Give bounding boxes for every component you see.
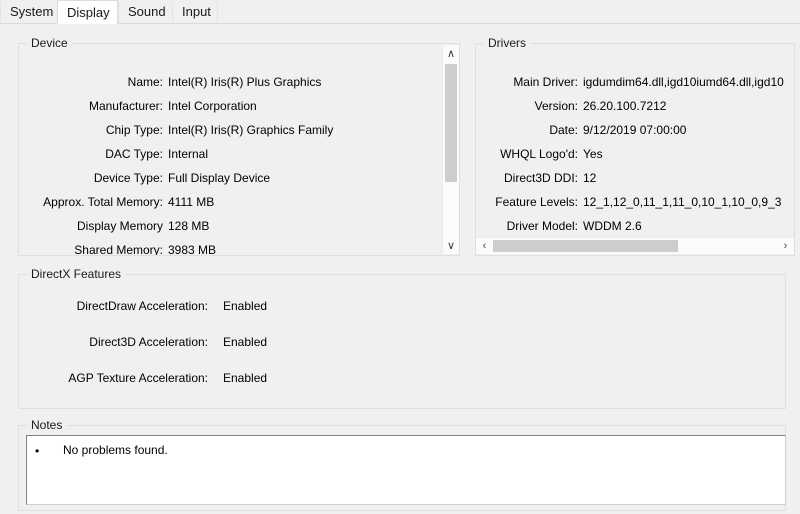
device-row-chip-type-value: Intel(R) Iris(R) Graphics Family [168, 123, 334, 137]
directx-row-agp-texture-label: AGP Texture Acceleration: [68, 371, 208, 385]
tab-sound-label: Sound [128, 4, 166, 19]
scroll-right-icon[interactable]: › [777, 238, 794, 254]
drivers-row-version-label: Version: [534, 99, 578, 113]
notes-text: No problems found. [63, 443, 168, 457]
directx-row-direct3d-value: Enabled [223, 335, 268, 349]
device-row-dac-type-label: DAC Type: [105, 147, 163, 161]
device-row-name-label: Name: [127, 75, 163, 89]
device-row-name-value: Intel(R) Iris(R) Plus Graphics [168, 75, 322, 89]
drivers-row-feature-levels-value: 12_1,12_0,11_1,11_0,10_1,10_0,9_3 [583, 195, 782, 209]
notes-panel-title: Notes [27, 418, 67, 432]
notes-bullet-icon: • [35, 444, 40, 458]
tab-display-label: Display [67, 5, 110, 20]
device-vertical-scrollbar[interactable]: ∧ ∨ [442, 45, 459, 254]
device-row-device-type-label: Device Type: [93, 171, 163, 185]
drivers-row-driver-model-value: WDDM 2.6 [583, 219, 642, 233]
drivers-horizontal-scrollbar[interactable]: ‹ › [476, 237, 794, 254]
tab-system-label: System [10, 4, 54, 19]
drivers-row-main-driver-value: igdumdim64.dll,igd10iumd64.dll,igd10 [583, 75, 784, 89]
drivers-row-whql-value: Yes [583, 147, 603, 161]
device-row-shared-memory-label: Shared Memory: [74, 243, 163, 255]
directx-row-directdraw-label: DirectDraw Acceleration: [76, 299, 208, 313]
drivers-row-whql-label: WHQL Logo'd: [500, 147, 578, 161]
drivers-row-feature-levels-label: Feature Levels: [495, 195, 578, 209]
device-scrollbar-thumb[interactable] [445, 64, 457, 182]
drivers-row-d3d-ddi-value: 12 [583, 171, 597, 185]
tab-system[interactable]: System [0, 2, 58, 23]
device-row-shared-memory-value: 3983 MB [168, 243, 217, 255]
device-row-total-memory-label: Approx. Total Memory: [43, 195, 163, 209]
directx-features-content: DirectDraw Acceleration: Enabled Direct3… [19, 275, 785, 408]
device-row-display-memory-label: Display Memory [76, 219, 163, 233]
tab-display[interactable]: Display [57, 0, 118, 24]
scroll-down-icon[interactable]: ∨ [443, 237, 459, 254]
drivers-row-date-label: Date: [549, 123, 578, 137]
device-row-dac-type-value: Internal [168, 147, 209, 161]
device-row-manufacturer-label: Manufacturer: [88, 99, 163, 113]
device-panel-content: Name: Intel(R) Iris(R) Plus Graphics Man… [19, 44, 440, 255]
tab-strip: System Display Sound Input [0, 0, 800, 24]
device-row-total-memory-value: 4111 MB [168, 195, 215, 209]
drivers-row-date-value: 9/12/2019 07:00:00 [583, 123, 687, 137]
directx-row-agp-texture-value: Enabled [223, 371, 268, 385]
tab-sound[interactable]: Sound [118, 2, 173, 23]
drivers-scrollbar-thumb[interactable] [493, 240, 678, 252]
drivers-panel-content: Main Driver: igdumdim64.dll,igd10iumd64.… [476, 44, 794, 237]
tab-input[interactable]: Input [172, 2, 218, 23]
directx-row-direct3d-label: Direct3D Acceleration: [89, 335, 208, 349]
device-row-display-memory-value: 128 MB [168, 219, 210, 233]
drivers-row-version-value: 26.20.100.7212 [583, 99, 667, 113]
drivers-row-d3d-ddi-label: Direct3D DDI: [503, 171, 578, 185]
directx-row-directdraw-value: Enabled [223, 299, 268, 313]
scroll-left-icon[interactable]: ‹ [476, 238, 493, 254]
drivers-row-driver-model-label: Driver Model: [506, 219, 578, 233]
drivers-row-main-driver-label: Main Driver: [513, 75, 578, 89]
device-row-chip-type-label: Chip Type: [105, 123, 163, 137]
device-row-device-type-value: Full Display Device [168, 171, 271, 185]
notes-textbox[interactable]: • No problems found. [26, 435, 786, 505]
tab-input-label: Input [182, 4, 211, 19]
scroll-up-icon[interactable]: ∧ [443, 45, 459, 62]
device-row-manufacturer-value: Intel Corporation [168, 99, 257, 113]
